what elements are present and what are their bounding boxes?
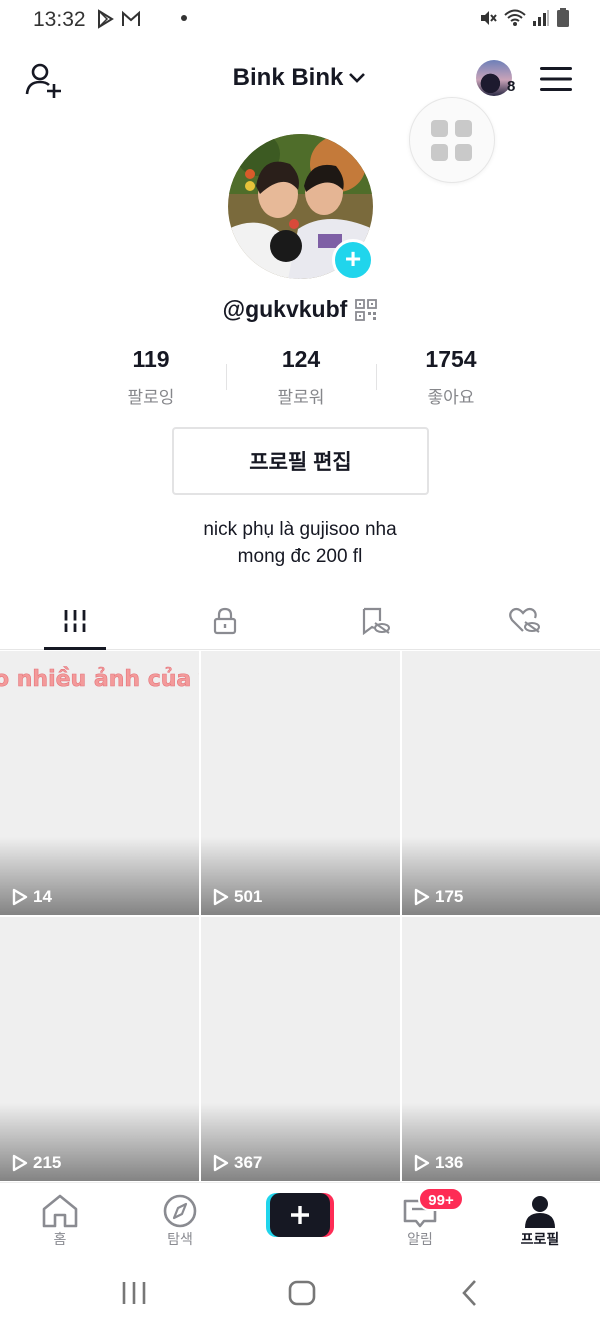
username: @gukvkubf <box>222 296 348 322</box>
likes-label: 좋아요 <box>427 388 475 407</box>
active-tab-indicator <box>44 647 106 650</box>
view-count: 14 <box>12 887 52 907</box>
view-count: 367 <box>213 1153 262 1173</box>
bio-line: mong đc 200 fl <box>237 546 363 567</box>
tab-private[interactable] <box>150 592 300 650</box>
play-icon <box>213 888 229 906</box>
stat-divider <box>226 364 227 390</box>
video-thumbnail[interactable]: o nhiều ảnh của vợ 14 <box>0 651 199 915</box>
status-system-icons <box>478 8 570 28</box>
gmail-icon <box>122 10 140 26</box>
menu-icon[interactable] <box>540 66 572 92</box>
video-thumbnail[interactable]: 136 <box>402 917 600 1181</box>
home-button-icon[interactable] <box>277 1272 327 1316</box>
back-icon[interactable] <box>445 1272 495 1316</box>
nav-profile-label: 프로필 <box>520 1231 560 1247</box>
play-icon <box>213 1154 229 1172</box>
likes-count: 1754 <box>425 346 477 372</box>
inbox-badge: 99+ <box>418 1187 464 1211</box>
videos-grid-icon <box>63 610 87 632</box>
system-navigation-bar <box>0 1254 600 1333</box>
floating-widget-button[interactable] <box>409 97 495 183</box>
status-notification-icons <box>95 9 141 29</box>
video-thumbnail[interactable]: 367 <box>201 917 400 1181</box>
qr-code-icon[interactable] <box>355 298 378 321</box>
profile-header: Bink Bink 8 <box>0 52 600 108</box>
view-count: 501 <box>213 887 262 907</box>
play-icon <box>12 888 28 906</box>
nav-home-label: 홈 <box>53 1231 67 1247</box>
video-thumbnail[interactable]: 215 <box>0 917 199 1181</box>
tab-videos[interactable] <box>0 592 150 650</box>
nav-discover-label: 탐색 <box>167 1231 193 1247</box>
nav-home[interactable]: 홈 <box>0 1183 120 1255</box>
page-title: Bink Bink <box>232 64 344 91</box>
username-row: @gukvkubf <box>0 296 600 323</box>
tab-liked[interactable] <box>450 592 600 650</box>
stat-likes[interactable]: 1754 좋아요 <box>376 346 526 408</box>
content-tabs <box>0 592 600 650</box>
play-icon <box>414 888 430 906</box>
play-icon <box>414 1154 430 1172</box>
profile-bio: nick phụ là gujisoo nha mong đc 200 fl <box>0 516 600 570</box>
profile-stats: 119 팔로잉 124 팔로워 1754 좋아요 <box>76 346 526 408</box>
signal-icon <box>533 10 549 26</box>
recent-apps-icon[interactable] <box>109 1272 159 1316</box>
stat-following[interactable]: 119 팔로잉 <box>76 346 226 408</box>
grid-tile-icon <box>431 120 448 137</box>
mute-icon <box>481 11 497 25</box>
lock-icon <box>213 607 237 635</box>
nav-inbox-label: 알림 <box>407 1231 433 1247</box>
play-icon <box>12 1154 28 1172</box>
chevron-down-icon <box>349 73 366 83</box>
stat-followers[interactable]: 124 팔로워 <box>226 346 376 408</box>
bio-line: nick phụ là gujisoo nha <box>203 519 397 540</box>
following-label: 팔로잉 <box>127 388 175 407</box>
notification-dot <box>181 15 187 21</box>
edit-profile-button[interactable]: 프로필 편집 <box>172 427 429 495</box>
nav-profile[interactable]: 프로필 <box>480 1183 600 1255</box>
liked-hidden-icon <box>509 607 540 633</box>
home-icon <box>42 1194 78 1228</box>
create-video-button[interactable] <box>266 1193 334 1237</box>
view-count: 215 <box>12 1153 61 1173</box>
stat-divider <box>376 364 377 390</box>
story-count: 8 <box>507 78 516 95</box>
followers-label: 팔로워 <box>277 388 325 407</box>
profile-icon <box>525 1196 555 1228</box>
nav-discover[interactable]: 탐색 <box>120 1183 240 1255</box>
battery-icon <box>557 8 569 27</box>
view-count: 175 <box>414 887 463 907</box>
play-store-icon <box>98 9 114 29</box>
video-thumbnail[interactable]: 175 <box>402 651 600 915</box>
compass-icon <box>163 1194 197 1228</box>
add-avatar-button[interactable]: + <box>332 239 374 281</box>
view-count: 136 <box>414 1153 463 1173</box>
video-caption: o nhiều ảnh của vợ <box>0 667 199 693</box>
status-time: 13:32 <box>33 8 86 31</box>
tab-saved[interactable] <box>300 592 450 650</box>
video-thumbnail[interactable]: 501 <box>201 651 400 915</box>
wifi-icon <box>504 9 526 26</box>
bottom-navigation: 홈 탐색 알림 99+ 프로필 <box>0 1182 600 1254</box>
followers-count: 124 <box>281 346 321 372</box>
status-bar: 13:32 <box>0 0 600 38</box>
bookmark-hidden-icon <box>362 607 390 635</box>
following-count: 119 <box>132 346 170 372</box>
